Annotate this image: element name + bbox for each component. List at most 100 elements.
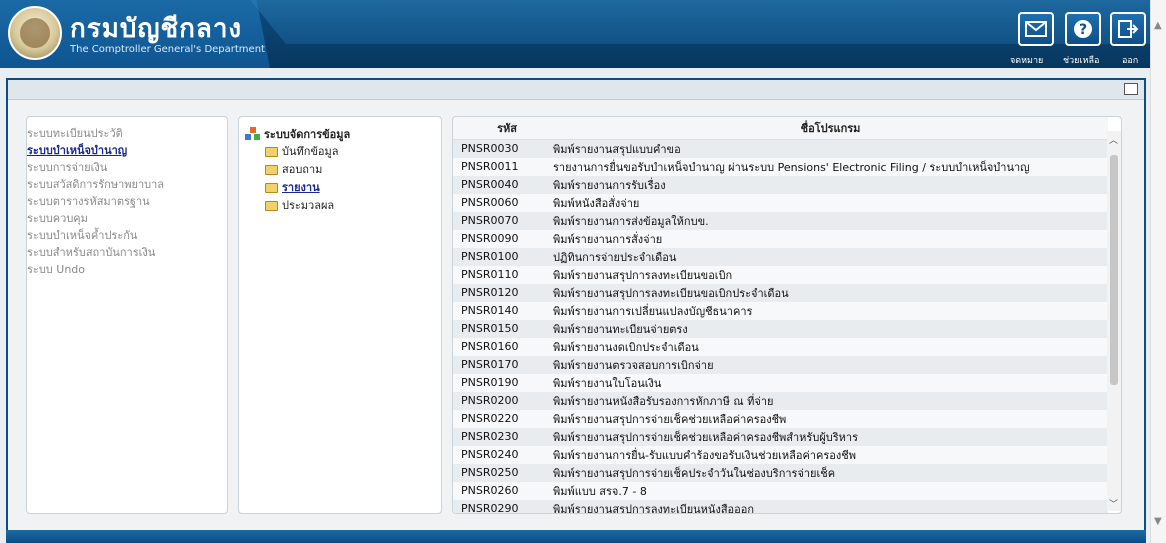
program-name[interactable]: พิมพ์แบบ สรจ.7 - 8 (553, 481, 1108, 500)
program-name[interactable]: พิมพ์รายงานหนังสือรับรองการหักภาษี ณ ที่… (553, 391, 1108, 410)
table-row[interactable]: PNSR0120 พิมพ์รายงานสรุปการลงทะเบียนขอเบิ… (453, 283, 1108, 302)
program-name[interactable]: ปฏิทินการจ่ายประจำเดือน (553, 247, 1108, 266)
program-name[interactable]: พิมพ์รายงานสรุปการลงทะเบียนหนังสือออก (553, 499, 1108, 513)
system-item[interactable]: ระบบ Undo (27, 261, 227, 278)
program-name[interactable]: พิมพ์รายงานสรุปการลงทะเบียนขอเบิกประจำเด… (553, 283, 1108, 302)
scroll-down-icon[interactable]: ▼ (1154, 516, 1162, 527)
table-row[interactable]: PNSR0140 พิมพ์รายงานการเปลี่ยนแปลงบัญชีธน… (453, 301, 1108, 320)
program-code: PNSR0060 (453, 193, 553, 212)
exit-button[interactable] (1110, 12, 1146, 46)
table-row[interactable]: PNSR0190 พิมพ์รายงานใบโอนเงิน (453, 373, 1108, 392)
header-name: ชื่อโปรแกรม (553, 117, 1108, 140)
table-scroll-down-icon[interactable]: ﹀ (1109, 497, 1118, 510)
tree-item[interactable]: รายงาน (245, 179, 441, 197)
table-row[interactable]: PNSR0250 พิมพ์รายงานสรุปการจ่ายเช็คประจำว… (453, 463, 1108, 482)
header-code: รหัส (453, 117, 553, 140)
program-name[interactable]: พิมพ์หนังสือสั่งจ่าย (553, 193, 1108, 212)
program-code: PNSR0140 (453, 301, 553, 320)
program-code: PNSR0110 (453, 265, 553, 284)
tree-item-label: รายงาน (282, 181, 320, 194)
program-name[interactable]: พิมพ์รายงานการส่งข้อมูลให้กบข. (553, 211, 1108, 230)
program-code: PNSR0030 (453, 139, 553, 158)
program-name[interactable]: พิมพ์รายงานใบโอนเงิน (553, 373, 1108, 392)
program-code: PNSR0011 (453, 157, 553, 176)
table-row[interactable]: PNSR0200 พิมพ์รายงานหนังสือรับรองการหักภา… (453, 391, 1108, 410)
svg-text:?: ? (1079, 22, 1087, 38)
tree-item-label: ประมวลผล (282, 199, 335, 212)
help-label[interactable]: ช่วยเหลือ (1063, 53, 1099, 67)
mail-label[interactable]: จดหมาย (1010, 53, 1043, 67)
program-name[interactable]: พิมพ์รายงานการเปลี่ยนแปลงบัญชีธนาคาร (553, 301, 1108, 320)
programs-panel: รหัส ชื่อโปรแกรม PNSR0030 พิมพ์รายงานสรุป… (452, 116, 1122, 514)
folder-icon (265, 165, 278, 175)
table-row[interactable]: PNSR0090 พิมพ์รายงานการสั่งจ่าย (453, 229, 1108, 248)
table-row[interactable]: PNSR0150 พิมพ์รายงานทะเบียนจ่ายตรง (453, 319, 1108, 338)
scroll-up-icon[interactable]: ▲ (1154, 20, 1162, 31)
program-name[interactable]: รายงานการยื่นขอรับบำเหน็จบำนาญ ผ่านระบบ … (553, 157, 1108, 176)
table-row[interactable]: PNSR0220 พิมพ์รายงานสรุปการจ่ายเช็คช่วยเห… (453, 409, 1108, 428)
program-name[interactable]: พิมพ์รายงานการสั่งจ่าย (553, 229, 1108, 248)
system-item[interactable]: ระบบสวัสดิการรักษาพยาบาล (27, 176, 227, 193)
program-name[interactable]: พิมพ์รายงานสรุปการจ่ายเช็คประจำวันในช่อง… (553, 463, 1108, 482)
mail-icon (1025, 21, 1047, 37)
systems-list: ระบบทะเบียนประวัติ ระบบบำเหน็จบำนาญ ระบบกา… (27, 117, 227, 278)
program-code: PNSR0190 (453, 373, 553, 392)
table-scroll-up-icon[interactable]: ︿ (1109, 133, 1118, 146)
org-title: กรมบัญชีกลาง (70, 14, 243, 44)
program-name[interactable]: พิมพ์รายงานการรับเรื่อง (553, 175, 1108, 194)
system-item[interactable]: ระบบบำเหน็จค้ำประกัน (27, 227, 227, 244)
table-row[interactable]: PNSR0230 พิมพ์รายงานสรุปการจ่ายเช็คช่วยเห… (453, 427, 1108, 446)
help-icon: ? (1074, 20, 1092, 38)
program-name[interactable]: พิมพ์รายงานการยื่น-รับแบบคำร้องขอรับเงิน… (553, 445, 1108, 464)
table-row[interactable]: PNSR0160 พิมพ์รายงานงดเบิกประจำเดือน (453, 337, 1108, 356)
table-row[interactable]: PNSR0290 พิมพ์รายงานสรุปการลงทะเบียนหนังส… (453, 499, 1108, 513)
exit-icon (1118, 20, 1139, 38)
folder-icon (265, 147, 278, 157)
table-row[interactable]: PNSR0060 พิมพ์หนังสือสั่งจ่าย (453, 193, 1108, 212)
system-item[interactable]: ระบบทะเบียนประวัติ (27, 125, 227, 142)
program-code: PNSR0120 (453, 283, 553, 302)
table-scroll-thumb[interactable] (1110, 155, 1118, 385)
exit-label[interactable]: ออก (1122, 53, 1138, 67)
system-item[interactable]: ระบบบำเหน็จบำนาญ (27, 142, 227, 159)
folder-icon (265, 201, 278, 211)
table-row[interactable]: PNSR0040 พิมพ์รายงานการรับเรื่อง (453, 175, 1108, 194)
table-scrollbar[interactable]: ︿ ﹀ (1107, 131, 1121, 511)
tree-item-label: บันทึกข้อมูล (282, 145, 339, 158)
table-row[interactable]: PNSR0260 พิมพ์แบบ สรจ.7 - 8 (453, 481, 1108, 500)
table-row[interactable]: PNSR0070 พิมพ์รายงานการส่งข้อมูลให้กบข. (453, 211, 1108, 230)
table-row[interactable]: PNSR0170 พิมพ์รายงานตรวจสอบการเบิกจ่าย (453, 355, 1108, 374)
org-subtitle: The Comptroller General's Department (70, 44, 265, 55)
program-name[interactable]: พิมพ์รายงานสรุปการจ่ายเช็คช่วยเหลือค่าคร… (553, 427, 1108, 446)
table-row[interactable]: PNSR0011 รายงานการยื่นขอรับบำเหน็จบำนาญ ผ… (453, 157, 1108, 176)
page-scrollbar[interactable]: ▲ ▼ (1150, 0, 1166, 543)
system-item[interactable]: ระบบตารางรหัสมาตรฐาน (27, 193, 227, 210)
system-item[interactable]: ระบบการจ่ายเงิน (27, 159, 227, 176)
header-stripe (250, 0, 1150, 44)
main-frame: ระบบทะเบียนประวัติ ระบบบำเหน็จบำนาญ ระบบกา… (6, 78, 1146, 538)
mini-mail-icon[interactable] (1124, 83, 1138, 95)
program-name[interactable]: พิมพ์รายงานสรุปการจ่ายเช็คช่วยเหลือค่าคร… (553, 409, 1108, 428)
systems-panel: ระบบทะเบียนประวัติ ระบบบำเหน็จบำนาญ ระบบกา… (26, 116, 228, 514)
tree-item[interactable]: สอบถาม (245, 161, 441, 179)
program-name[interactable]: พิมพ์รายงานตรวจสอบการเบิกจ่าย (553, 355, 1108, 374)
tree-root-label: ระบบจัดการข้อมูล (264, 128, 351, 141)
mail-button[interactable] (1018, 12, 1054, 46)
table-row[interactable]: PNSR0240 พิมพ์รายงานการยื่น-รับแบบคำร้องข… (453, 445, 1108, 464)
program-name[interactable]: พิมพ์รายงานสรุปแบบคำขอ (553, 139, 1108, 158)
table-row[interactable]: PNSR0030 พิมพ์รายงานสรุปแบบคำขอ (453, 139, 1108, 158)
system-item[interactable]: ระบบควบคุม (27, 210, 227, 227)
program-code: PNSR0170 (453, 355, 553, 374)
program-code: PNSR0220 (453, 409, 553, 428)
program-name[interactable]: พิมพ์รายงานงดเบิกประจำเดือน (553, 337, 1108, 356)
tree-item[interactable]: ประมวลผล (245, 197, 441, 215)
tree-items: บันทึกข้อมูลสอบถามรายงานประมวลผล (245, 143, 441, 215)
program-name[interactable]: พิมพ์รายงานทะเบียนจ่ายตรง (553, 319, 1108, 338)
table-row[interactable]: PNSR0110 พิมพ์รายงานสรุปการลงทะเบียนขอเบิ… (453, 265, 1108, 284)
tree-item[interactable]: บันทึกข้อมูล (245, 143, 441, 161)
tree-root[interactable]: ระบบจัดการข้อมูล (245, 125, 441, 143)
help-button[interactable]: ? (1065, 12, 1101, 46)
system-item[interactable]: ระบบสำหรับสถาบันการเงิน (27, 244, 227, 261)
program-name[interactable]: พิมพ์รายงานสรุปการลงทะเบียนขอเบิก (553, 265, 1108, 284)
table-row[interactable]: PNSR0100 ปฏิทินการจ่ายประจำเดือน (453, 247, 1108, 266)
